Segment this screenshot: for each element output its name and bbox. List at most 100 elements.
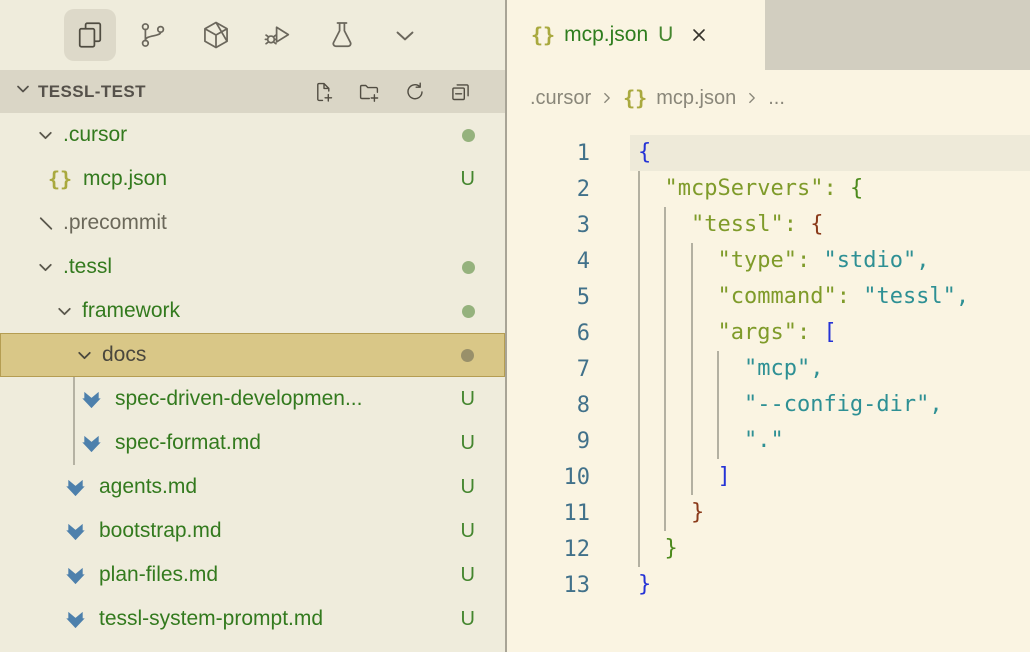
indent-guide [664, 279, 666, 315]
code-token: } [665, 536, 678, 561]
indent-guide [691, 423, 693, 459]
code-token: ] [717, 464, 730, 489]
code-line: 4 "type": "stdio", [507, 243, 1030, 279]
tree-item--precommit[interactable]: .precommit [0, 201, 505, 245]
tree-item-label: bootstrap.md [99, 519, 222, 543]
tree-item-spec-format-md[interactable]: spec-format.mdU [0, 421, 505, 465]
code-line-content: } [630, 567, 1030, 603]
line-number: 8 [507, 393, 590, 418]
indent-guide [664, 459, 666, 495]
code-editor[interactable]: 1{2 "mcpServers": {3 "tessl": {4 "type":… [507, 126, 1030, 652]
chevron-down-icon [36, 258, 63, 277]
explorer-header[interactable]: TESSL-TEST [0, 70, 505, 113]
tree-item-agents-md[interactable]: agents.mdU [0, 465, 505, 509]
line-number: 9 [507, 429, 590, 454]
code-line-content: "command": "tessl", [630, 279, 1030, 315]
flask-icon [326, 19, 358, 51]
tab-label: mcp.json [564, 23, 648, 47]
code-line-content: "." [630, 423, 1030, 459]
collapse-all-button[interactable] [448, 79, 473, 104]
line-number: 5 [507, 285, 590, 310]
tree-item-tessl-system-prompt-md[interactable]: tessl-system-prompt.mdU [0, 597, 505, 641]
chevron-right-icon [600, 91, 614, 105]
braces-icon: {} [48, 167, 83, 191]
braces-icon: {} [531, 23, 555, 47]
chevron-down-icon [14, 80, 32, 103]
tree-item-label: .cursor [63, 123, 127, 147]
extensions-view-button[interactable] [190, 9, 242, 61]
activity-bar [0, 0, 505, 70]
explorer-toolbar [310, 79, 473, 104]
tree-item--cursor[interactable]: .cursor [0, 113, 505, 157]
code-token: "tessl" [691, 212, 784, 237]
code-token: : [784, 212, 811, 237]
tab-mcp-json[interactable]: {} mcp.json U [507, 0, 765, 70]
breadcrumb-item[interactable]: ... [768, 87, 785, 110]
indent-guide [638, 243, 640, 279]
indent-guide [691, 315, 693, 351]
tree-item--tessl[interactable]: .tessl [0, 245, 505, 289]
code-token: "--config-dir" [744, 392, 929, 417]
source-control-view-button[interactable] [127, 9, 179, 61]
code-token: { [850, 176, 863, 201]
tree-item-plan-files-md[interactable]: plan-files.md U [0, 553, 505, 597]
editor-pane: {} mcp.json U .cursor{}mcp.json... 1{2 "… [507, 0, 1030, 652]
sidebar: TESSL-TEST [0, 0, 507, 652]
tab-bar: {} mcp.json U [507, 0, 1030, 70]
chevron-right-icon [745, 91, 759, 105]
line-number: 12 [507, 537, 590, 562]
indent-guide [638, 279, 640, 315]
code-token: "type" [717, 248, 796, 273]
source-control-icon [137, 19, 169, 51]
new-folder-button[interactable] [356, 79, 381, 104]
indent-guide [691, 387, 693, 423]
line-number: 10 [507, 465, 590, 490]
testing-view-button[interactable] [316, 9, 368, 61]
indent-guide [691, 351, 693, 387]
breadcrumb-item[interactable]: {}mcp.json [623, 86, 736, 110]
tree-item-framework[interactable]: framework [0, 289, 505, 333]
code-token: : [797, 320, 824, 345]
code-token: "mcpServers" [665, 176, 824, 201]
indent-guide [664, 387, 666, 423]
untracked-badge: U [461, 520, 475, 543]
tree-item-mcp-json[interactable]: {}mcp.jsonU [0, 157, 505, 201]
more-views-button[interactable] [379, 9, 431, 61]
markdown-icon [64, 520, 99, 543]
close-tab-button[interactable] [689, 25, 709, 45]
tree-item-spec-driven-developmen-[interactable]: spec-driven-developmen...U [0, 377, 505, 421]
code-line-content: "mcp", [630, 351, 1030, 387]
tree-item-label: plan-files.md [99, 563, 218, 587]
code-line-content: "mcpServers": { [630, 171, 1030, 207]
untracked-badge: U [461, 388, 475, 411]
code-line-content: } [630, 531, 1030, 567]
file-tree: .cursor {}mcp.jsonU.precommit.tesslframew… [0, 113, 505, 652]
breadcrumb-item[interactable]: .cursor [530, 87, 591, 110]
indent-guide [664, 315, 666, 351]
chevron-down-icon [36, 126, 63, 145]
run-debug-view-button[interactable] [253, 9, 305, 61]
refresh-button[interactable] [402, 79, 427, 104]
explorer-view-button[interactable] [64, 9, 116, 61]
code-token: "stdio" [823, 248, 916, 273]
new-file-button[interactable] [310, 79, 335, 104]
code-token: "args" [717, 320, 796, 345]
line-number: 7 [507, 357, 590, 382]
code-line: 7 "mcp", [507, 351, 1030, 387]
line-number: 4 [507, 249, 590, 274]
markdown-icon [64, 564, 99, 587]
untracked-badge: U [461, 564, 475, 587]
code-token: "." [744, 428, 784, 453]
code-line: 11 } [507, 495, 1030, 531]
code-line: 10 ] [507, 459, 1030, 495]
tree-item-docs[interactable]: docs [0, 333, 505, 377]
modified-dot-badge [462, 261, 475, 274]
code-line: 13} [507, 567, 1030, 603]
line-number: 11 [507, 501, 590, 526]
tree-item-label: tessl-system-prompt.md [99, 607, 323, 631]
code-line: 1{ [507, 135, 1030, 171]
tree-item-bootstrap-md[interactable]: bootstrap.md U [0, 509, 505, 553]
chevron-down-icon [75, 346, 102, 365]
refresh-icon [403, 80, 427, 104]
indent-guide [664, 351, 666, 387]
